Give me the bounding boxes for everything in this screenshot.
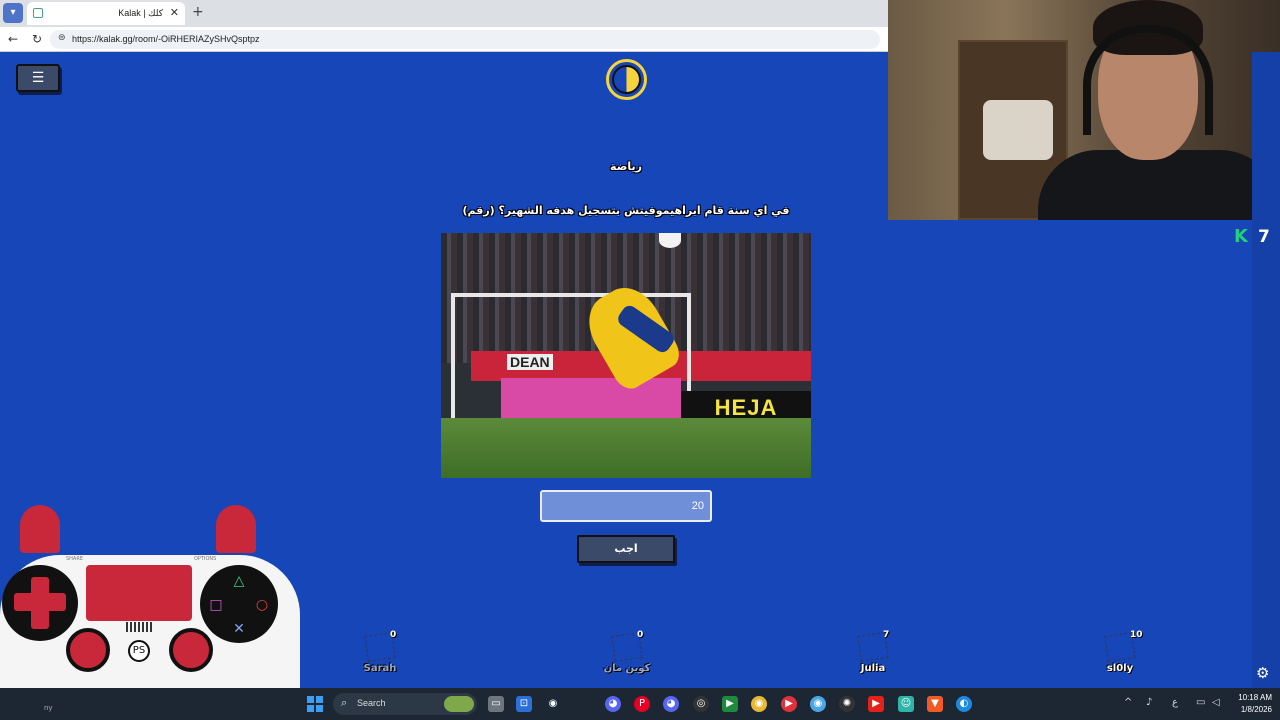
new-tab-button[interactable]: + xyxy=(192,4,204,20)
tab-close-icon[interactable]: ✕ xyxy=(170,6,179,19)
taskbar-search[interactable]: ⌕ Search xyxy=(333,693,477,715)
back-icon[interactable]: ← xyxy=(8,32,18,46)
player-card: 0 Sarah xyxy=(350,630,430,684)
photo-ad-board: DEAN xyxy=(501,354,681,420)
kalak-favicon-icon xyxy=(33,8,43,18)
steam-icon[interactable]: ◉ xyxy=(545,696,561,712)
question-category: رياضة xyxy=(610,160,642,173)
app-icon-teal[interactable]: ☺ xyxy=(898,696,914,712)
circle-icon: ○ xyxy=(255,597,269,613)
site-info-icon[interactable]: ⊜ xyxy=(58,33,66,43)
steelseries-icon[interactable]: ✺ xyxy=(839,696,855,712)
timer-progress xyxy=(612,65,641,94)
player-card: 0 كوين مان xyxy=(597,630,677,684)
player-score: 10 xyxy=(1130,630,1143,640)
player-name: sl0ly xyxy=(1106,663,1134,674)
discord-alt-icon[interactable]: ◕ xyxy=(663,696,679,712)
browser-tab[interactable]: Kalak | كلك ✕ xyxy=(27,2,185,25)
player-card: 10 sl0ly xyxy=(1090,630,1170,684)
question-text: في اي سنة قام ابراهيموفيتش بتسجيل هدفه ا… xyxy=(462,204,790,217)
ps-button-icon: PS xyxy=(128,640,150,662)
url-text: https://kalak.gg/room/-OiRHERIAZySHvQspt… xyxy=(72,34,260,44)
clock[interactable]: 10:18 AM 1/8/2026 xyxy=(1230,692,1272,716)
language-indicator[interactable]: ع xyxy=(1172,697,1178,708)
browser-tab-bar: ▾ Kalak | كلك ✕ + xyxy=(0,0,888,27)
player-card: 7 Julia xyxy=(843,630,923,684)
hamburger-icon: ☰ xyxy=(31,70,45,86)
tab-title: Kalak | كلك xyxy=(118,8,163,18)
share-label: SHARE xyxy=(66,556,83,562)
question-image: DEAN HEJA SVER xyxy=(441,233,811,478)
answer-input[interactable] xyxy=(540,490,712,522)
tab-list-icon[interactable]: ▾ xyxy=(3,3,23,23)
photo-banner-small: DEAN xyxy=(507,354,553,370)
streamer-app-icon[interactable]: ▶ xyxy=(722,696,738,712)
photo-pitch xyxy=(441,418,811,478)
search-label: Search xyxy=(357,698,386,708)
chrome-icon[interactable]: ◉ xyxy=(751,696,767,712)
right-stick xyxy=(169,628,213,672)
app-icon[interactable]: ⊡ xyxy=(516,696,532,712)
microphone-icon[interactable]: ♪ xyxy=(1146,697,1152,708)
cross-icon: ✕ xyxy=(233,621,245,637)
taskbar-left-text: ny xyxy=(44,704,53,712)
k-coins-badge: K 7 xyxy=(1234,226,1274,248)
chevron-up-icon[interactable]: ^ xyxy=(1124,697,1132,708)
brave-icon[interactable]: ▼ xyxy=(927,696,943,712)
edge-icon[interactable]: ◐ xyxy=(956,696,972,712)
headset-icon xyxy=(1083,25,1213,135)
dpad-vertical-icon xyxy=(31,577,49,629)
discord-icon[interactable]: ◕ xyxy=(605,696,621,712)
player-score: 0 xyxy=(637,630,644,640)
triangle-icon: △ xyxy=(233,573,245,589)
youtube-icon[interactable]: ▶ xyxy=(868,696,884,712)
windows-start-icon[interactable] xyxy=(307,696,323,712)
webcam-overlay xyxy=(888,0,1280,220)
search-highlight-icon xyxy=(444,696,474,712)
left-trigger xyxy=(20,505,60,553)
player-score: 7 xyxy=(883,630,890,640)
search-icon: ⌕ xyxy=(341,696,348,709)
task-view-icon[interactable]: ▭ xyxy=(488,696,504,712)
address-bar: ← ↻ ⊜ https://kalak.gg/room/-OiRHERIAZyS… xyxy=(0,27,888,52)
photo-ball xyxy=(659,233,681,248)
left-stick xyxy=(66,628,110,672)
player-name: Julia xyxy=(860,663,886,674)
options-label: OPTIONS xyxy=(194,556,217,562)
reload-icon[interactable]: ↻ xyxy=(32,32,42,46)
pinterest-icon[interactable]: P xyxy=(634,696,650,712)
touchpad xyxy=(86,565,192,621)
speaker-grille xyxy=(126,622,152,632)
taskbar: ny ⌕ Search ▭ ⊡ ◉ ◕ P ◕ ◎ ▶ ◉ ▶ ◉ ✺ ▶ ☺ … xyxy=(0,688,1280,720)
media-player-icon[interactable]: ▶ xyxy=(781,696,797,712)
clock-time: 10:18 AM xyxy=(1238,693,1272,702)
player-score: 0 xyxy=(390,630,397,640)
right-trigger xyxy=(216,505,256,553)
volume-icon[interactable]: ◁ xyxy=(1212,697,1220,708)
player-name: كوين مان xyxy=(603,663,651,674)
submit-answer-button[interactable]: اجب xyxy=(577,535,675,563)
obs-icon[interactable]: ◎ xyxy=(693,696,709,712)
gear-icon[interactable]: ⚙ xyxy=(1256,664,1269,682)
webcam-background-pillow xyxy=(983,100,1053,160)
url-field[interactable]: ⊜ https://kalak.gg/room/-OiRHERIAZySHvQs… xyxy=(50,30,880,49)
chrome-profile-icon[interactable]: ◉ xyxy=(810,696,826,712)
k-coins-count: 7 xyxy=(1258,227,1270,247)
menu-button[interactable]: ☰ xyxy=(16,64,60,92)
k-logo-icon: K xyxy=(1234,226,1248,247)
network-icon[interactable]: ▭ xyxy=(1196,697,1205,708)
right-edge-strip xyxy=(1252,52,1280,688)
player-name: Sarah xyxy=(363,663,397,674)
square-icon: □ xyxy=(209,597,223,613)
clock-date: 1/8/2026 xyxy=(1240,705,1272,714)
timer-icon xyxy=(606,59,647,100)
